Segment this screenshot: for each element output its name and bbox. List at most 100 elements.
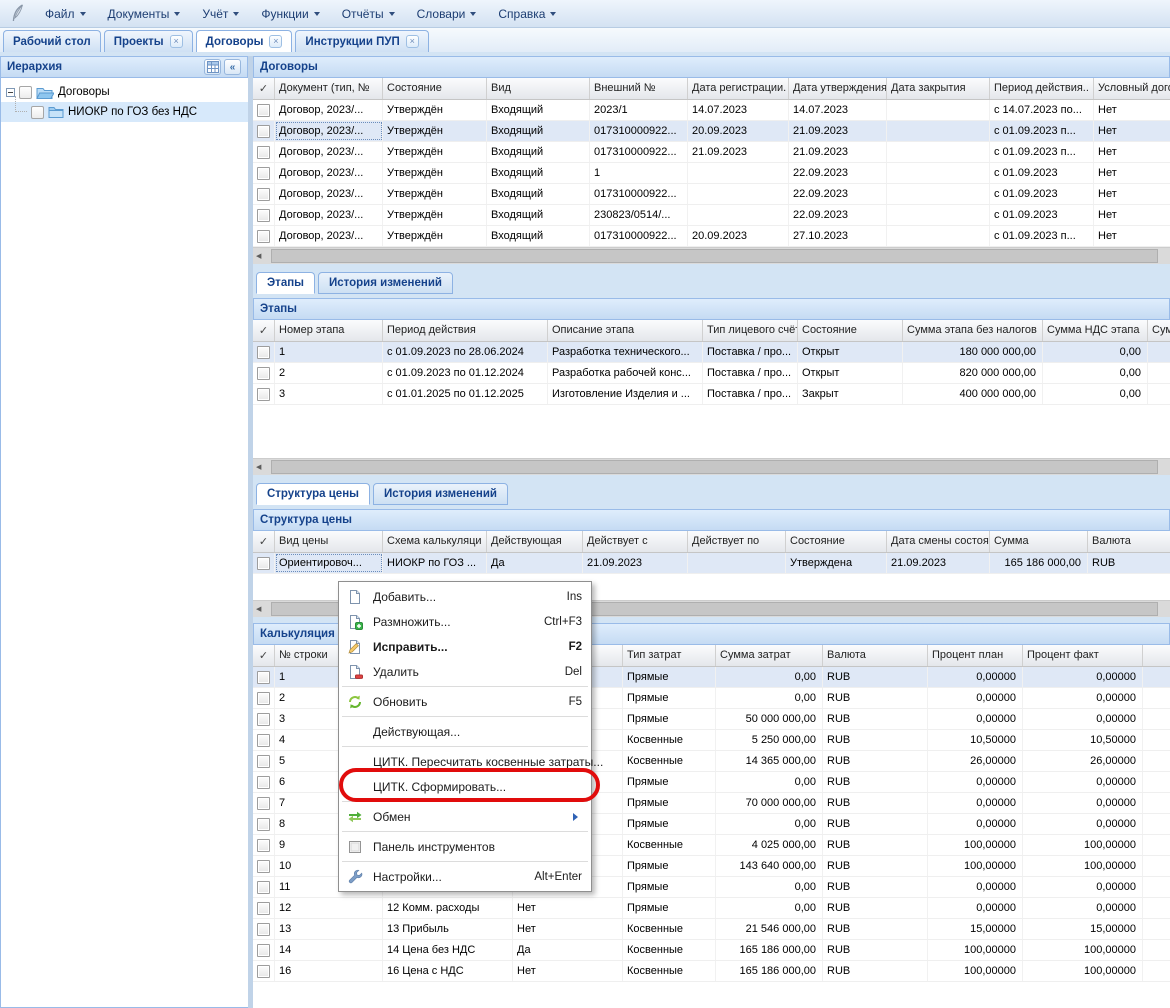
column-header[interactable]: Валюта bbox=[823, 645, 928, 666]
row-checkbox[interactable] bbox=[257, 125, 270, 138]
table-row[interactable]: 1с 01.09.2023 по 28.06.2024Разработка те… bbox=[253, 342, 1170, 363]
tab-contracts[interactable]: Договоры× bbox=[196, 30, 293, 52]
row-checkbox[interactable] bbox=[257, 713, 270, 726]
column-header[interactable]: Процент факт bbox=[1023, 645, 1143, 666]
collapse-expander-icon[interactable] bbox=[6, 88, 15, 97]
collapse-panel-button[interactable]: « bbox=[224, 59, 241, 75]
tab-stages[interactable]: Этапы bbox=[256, 272, 315, 294]
column-header[interactable]: Документ (тип, № bbox=[275, 78, 383, 99]
table-row[interactable]: 3с 01.01.2025 по 01.12.2025Изготовление … bbox=[253, 384, 1170, 405]
row-checkbox[interactable] bbox=[257, 923, 270, 936]
scrollbar-thumb[interactable] bbox=[271, 249, 1158, 263]
tab-instructions[interactable]: Инструкции ПУП× bbox=[295, 30, 428, 52]
column-header[interactable]: Период действия.. bbox=[990, 78, 1094, 99]
menu-file[interactable]: Файл bbox=[34, 3, 97, 25]
row-checkbox[interactable] bbox=[257, 818, 270, 831]
column-header[interactable]: ✓ bbox=[253, 320, 275, 341]
row-checkbox[interactable] bbox=[257, 965, 270, 978]
column-header[interactable]: Валюта bbox=[1088, 531, 1170, 552]
row-checkbox[interactable] bbox=[257, 860, 270, 873]
column-header[interactable]: Дата утверждения bbox=[789, 78, 887, 99]
scroll-left-icon[interactable]: ◀ bbox=[256, 463, 261, 471]
column-header[interactable]: Действует по bbox=[688, 531, 786, 552]
row-checkbox[interactable] bbox=[257, 944, 270, 957]
column-header[interactable]: Условный договор bbox=[1094, 78, 1170, 99]
menu-item-exchange[interactable]: Обмен bbox=[339, 804, 591, 829]
tree-node-niokr[interactable]: НИОКР по ГОЗ без НДС bbox=[1, 102, 248, 122]
menu-item-refresh[interactable]: ОбновитьF5 bbox=[339, 689, 591, 714]
table-row[interactable]: 1616 Цена с НДСНетКосвенные165 186 000,0… bbox=[253, 961, 1170, 982]
row-checkbox[interactable] bbox=[257, 188, 270, 201]
menu-item-duplicate[interactable]: Размножить...Ctrl+F3 bbox=[339, 609, 591, 634]
menu-dictionaries[interactable]: Словари bbox=[406, 3, 488, 25]
menu-item-settings[interactable]: Настройки...Alt+Enter bbox=[339, 864, 591, 889]
tree-node-contracts[interactable]: Договоры bbox=[1, 82, 248, 102]
row-checkbox[interactable] bbox=[257, 797, 270, 810]
column-header[interactable]: Сумма затрат bbox=[716, 645, 823, 666]
grid-settings-button[interactable] bbox=[204, 59, 221, 75]
column-header[interactable]: Схема калькуляци bbox=[383, 531, 487, 552]
row-checkbox[interactable] bbox=[257, 167, 270, 180]
column-header[interactable]: Номер этапа bbox=[275, 320, 383, 341]
tab-price-history[interactable]: История изменений bbox=[373, 483, 508, 505]
table-row[interactable]: Договор, 2023/...УтверждёнВходящий2023/1… bbox=[253, 100, 1170, 121]
tab-desktop[interactable]: Рабочий стол bbox=[3, 30, 101, 52]
menu-item-toolbar-toggle[interactable]: Панель инструментов bbox=[339, 834, 591, 859]
row-checkbox[interactable] bbox=[257, 230, 270, 243]
close-icon[interactable]: × bbox=[170, 35, 183, 48]
row-checkbox[interactable] bbox=[257, 839, 270, 852]
table-row[interactable]: Договор, 2023/...УтверждёнВходящий122.09… bbox=[253, 163, 1170, 184]
column-header[interactable]: Дата регистрации. bbox=[688, 78, 789, 99]
contracts-horizontal-scrollbar[interactable]: ◀ bbox=[253, 247, 1170, 264]
table-row[interactable]: Договор, 2023/...УтверждёнВходящий017310… bbox=[253, 142, 1170, 163]
column-header[interactable]: ✓ bbox=[253, 531, 275, 552]
table-row[interactable]: Ориентировоч...НИОКР по ГОЗ ...Да21.09.2… bbox=[253, 553, 1170, 574]
table-row[interactable]: Договор, 2023/...УтверждёнВходящий017310… bbox=[253, 121, 1170, 142]
menu-item-active-price[interactable]: Действующая... bbox=[339, 719, 591, 744]
menu-help[interactable]: Справка bbox=[487, 3, 567, 25]
column-header[interactable]: Состояние bbox=[383, 78, 487, 99]
row-checkbox[interactable] bbox=[257, 557, 270, 570]
row-checkbox[interactable] bbox=[257, 902, 270, 915]
scroll-left-icon[interactable]: ◀ bbox=[256, 252, 261, 260]
column-header[interactable]: Сумма bbox=[1148, 320, 1170, 341]
column-header[interactable]: Действующая bbox=[487, 531, 583, 552]
row-checkbox[interactable] bbox=[257, 104, 270, 117]
tree-node-checkbox[interactable] bbox=[31, 106, 44, 119]
column-header[interactable]: Состояние bbox=[786, 531, 887, 552]
row-checkbox[interactable] bbox=[257, 671, 270, 684]
close-icon[interactable]: × bbox=[406, 35, 419, 48]
table-row[interactable]: 2с 01.09.2023 по 01.12.2024Разработка ра… bbox=[253, 363, 1170, 384]
table-row[interactable]: Договор, 2023/...УтверждёнВходящий230823… bbox=[253, 205, 1170, 226]
column-header[interactable]: Действует с bbox=[583, 531, 688, 552]
tab-projects[interactable]: Проекты× bbox=[104, 30, 193, 52]
column-header[interactable]: Сумма этапа без налогов bbox=[903, 320, 1043, 341]
menu-reports[interactable]: Отчёты bbox=[331, 3, 406, 25]
menu-item-add[interactable]: Добавить...Ins bbox=[339, 584, 591, 609]
column-header[interactable]: Внешний № bbox=[590, 78, 688, 99]
table-row[interactable]: Договор, 2023/...УтверждёнВходящий017310… bbox=[253, 184, 1170, 205]
row-checkbox[interactable] bbox=[257, 734, 270, 747]
column-header[interactable] bbox=[1143, 645, 1170, 666]
row-checkbox[interactable] bbox=[257, 755, 270, 768]
tab-stages-history[interactable]: История изменений bbox=[318, 272, 453, 294]
menu-functions[interactable]: Функции bbox=[250, 3, 330, 25]
scroll-left-icon[interactable]: ◀ bbox=[256, 605, 261, 613]
column-header[interactable]: Тип затрат bbox=[623, 645, 716, 666]
column-header[interactable]: Вид цены bbox=[275, 531, 383, 552]
column-header[interactable]: Состояние bbox=[798, 320, 903, 341]
row-checkbox[interactable] bbox=[257, 209, 270, 222]
column-header[interactable]: Дата смены состоя bbox=[887, 531, 990, 552]
column-header[interactable]: Вид bbox=[487, 78, 590, 99]
column-header[interactable]: Дата закрытия bbox=[887, 78, 990, 99]
column-header[interactable]: Тип лицевого счёт bbox=[703, 320, 798, 341]
tab-price-structure[interactable]: Структура цены bbox=[256, 483, 370, 505]
stages-horizontal-scrollbar[interactable]: ◀ bbox=[253, 458, 1170, 475]
table-row[interactable]: 1212 Комм. расходыНетПрямые0,00RUB0,0000… bbox=[253, 898, 1170, 919]
column-header[interactable]: Период действия bbox=[383, 320, 548, 341]
row-checkbox[interactable] bbox=[257, 146, 270, 159]
row-checkbox[interactable] bbox=[257, 776, 270, 789]
close-icon[interactable]: × bbox=[269, 35, 282, 48]
table-row[interactable]: 1414 Цена без НДСДаКосвенные165 186 000,… bbox=[253, 940, 1170, 961]
row-checkbox[interactable] bbox=[257, 346, 270, 359]
